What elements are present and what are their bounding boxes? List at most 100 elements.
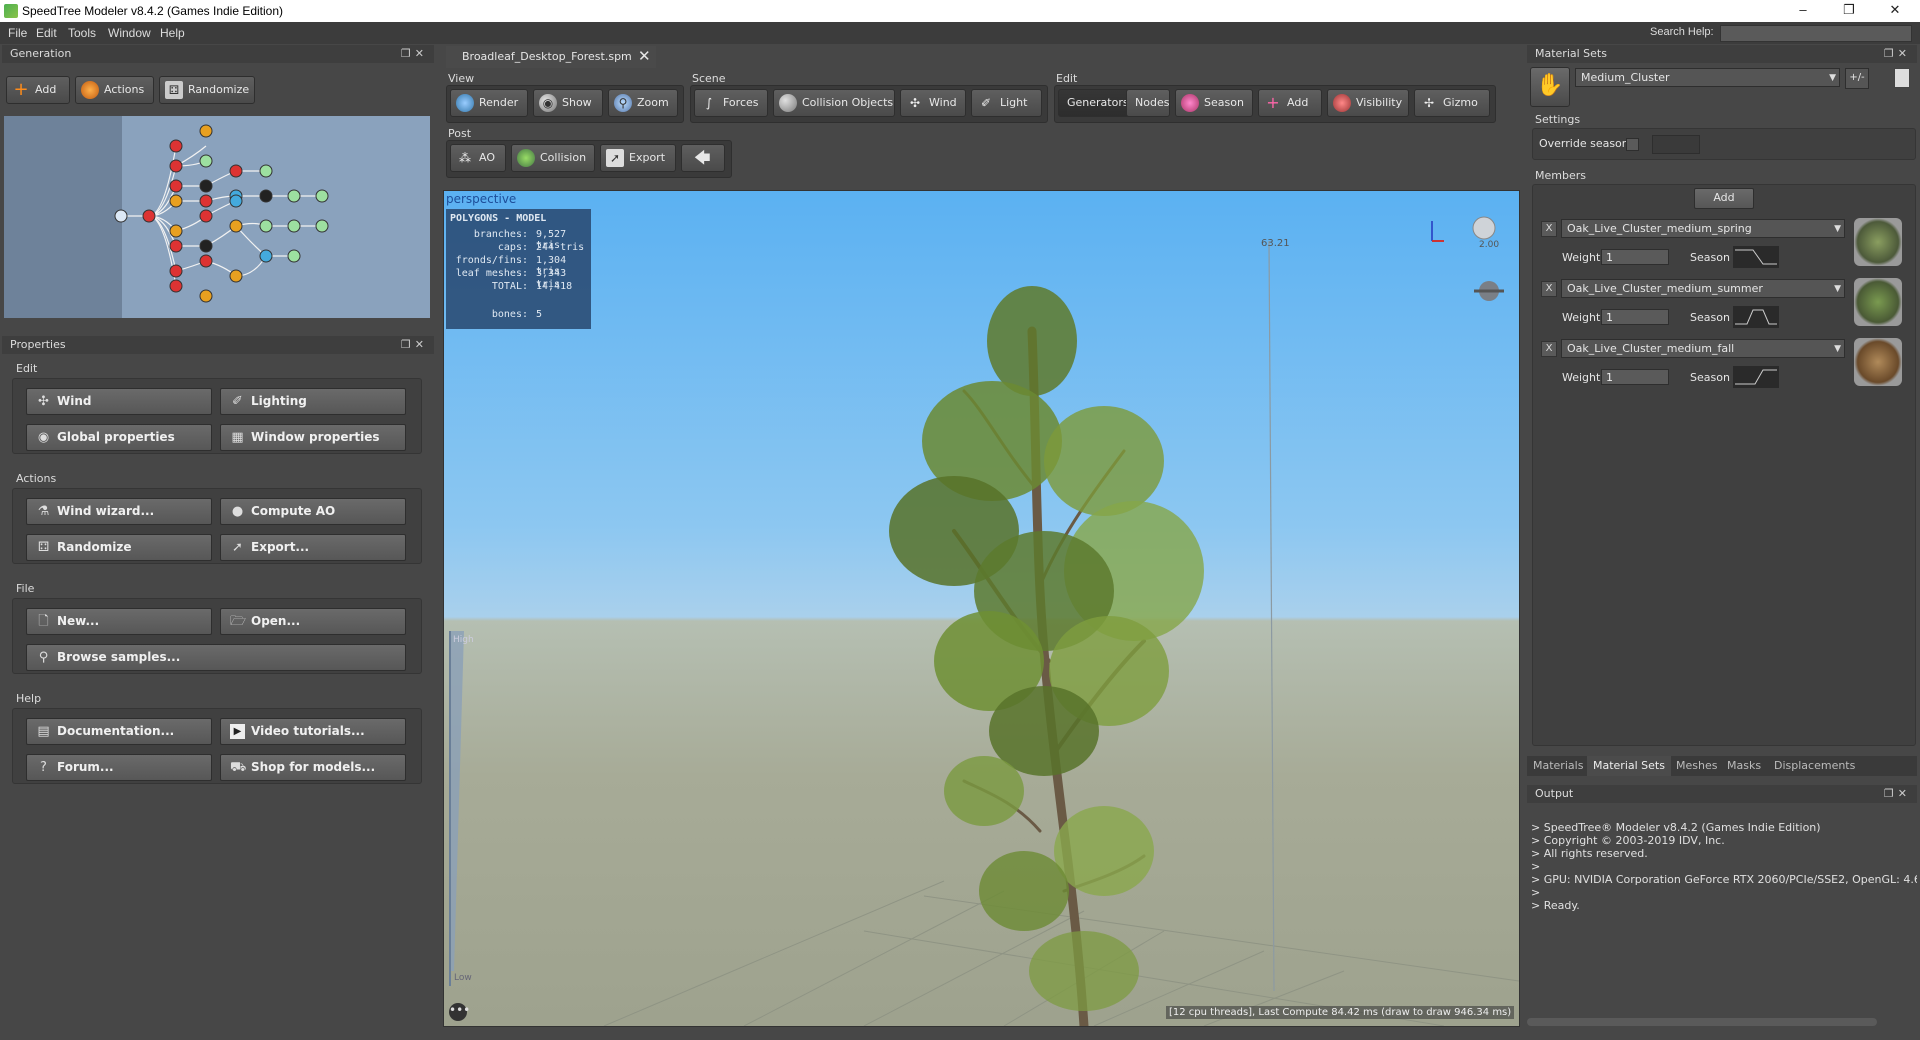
document-tab[interactable]: Broadleaf_Desktop_Forest.spm ✕: [446, 46, 656, 68]
new-file-button[interactable]: 🗋 New...: [26, 608, 212, 635]
back-arrow-button[interactable]: 🡄: [681, 144, 725, 172]
forces-button[interactable]: ∫ Forces: [694, 89, 768, 117]
dice-icon: ⚃: [37, 540, 50, 555]
edit-add-button[interactable]: + Add: [1258, 89, 1322, 117]
season-curve-spring[interactable]: [1733, 246, 1779, 268]
tab-material-sets[interactable]: Material Sets: [1587, 756, 1671, 776]
member-material-select[interactable]: Oak_Live_Cluster_medium_spring ▼: [1561, 219, 1845, 238]
panel-float-close-icon[interactable]: ❐✕: [401, 45, 428, 63]
panel-float-close-icon[interactable]: ❐✕: [1884, 785, 1911, 803]
season-button[interactable]: Season: [1175, 89, 1253, 117]
material-sets-title: Material Sets: [1535, 47, 1607, 60]
wind-wizard-button[interactable]: ⚗ Wind wizard...: [26, 498, 212, 525]
nodes-button[interactable]: Nodes: [1126, 89, 1170, 117]
remove-member-button[interactable]: X: [1541, 341, 1557, 357]
remove-member-button[interactable]: X: [1541, 221, 1557, 237]
open-file-button[interactable]: 🗁 Open...: [220, 608, 406, 635]
scene-wind-button[interactable]: ✣ Wind: [900, 89, 966, 117]
remove-member-button[interactable]: X: [1541, 281, 1557, 297]
season-label: Season: [1690, 251, 1730, 264]
tab-meshes[interactable]: Meshes: [1670, 756, 1723, 776]
close-tab-icon[interactable]: ✕: [638, 47, 651, 65]
panel-float-close-icon[interactable]: ❐✕: [1884, 45, 1911, 63]
global-properties-button[interactable]: ◉ Global properties: [26, 424, 212, 451]
season-icon: [1181, 94, 1199, 112]
season-curve-summer[interactable]: [1733, 306, 1779, 328]
weight-spinbox[interactable]: 1: [1601, 369, 1669, 385]
collision-icon: [517, 149, 535, 167]
lod-slider[interactable]: [449, 631, 464, 986]
video-tutorials-button[interactable]: ▶ Video tutorials...: [220, 718, 406, 745]
export-button[interactable]: ➚ Export...: [220, 534, 406, 561]
hand-tool-icon[interactable]: ✋: [1530, 67, 1570, 107]
restore-button[interactable]: ❐: [1826, 0, 1872, 22]
search-help-input[interactable]: [1720, 25, 1912, 42]
forces-icon: ∫: [705, 96, 713, 110]
output-log: > SpeedTree® Modeler v8.4.2 (Games Indie…: [1527, 805, 1917, 1025]
menu-edit[interactable]: Edit: [36, 26, 57, 40]
documentation-button[interactable]: ▤ Documentation...: [26, 718, 212, 745]
chevron-down-icon: ▼: [1834, 344, 1841, 354]
more-options-icon[interactable]: •••: [449, 1003, 470, 1021]
generation-graph[interactable]: [4, 116, 430, 318]
menu-tools[interactable]: Tools: [68, 26, 96, 40]
member-material-select[interactable]: Oak_Live_Cluster_medium_summer ▼: [1561, 279, 1845, 298]
override-season-checkbox[interactable]: [1626, 138, 1639, 151]
tab-displacements[interactable]: Displacements: [1768, 756, 1861, 776]
tab-masks[interactable]: Masks: [1721, 756, 1767, 776]
post-collision-button[interactable]: Collision: [511, 144, 595, 172]
show-button[interactable]: ◉ Show: [533, 89, 603, 117]
weight-spinbox[interactable]: 1: [1601, 249, 1669, 265]
output-horizontal-scrollbar[interactable]: [1527, 1018, 1877, 1026]
weight-label: Weight: [1562, 251, 1601, 264]
library-tabs: Materials Material Sets Meshes Masks Dis…: [1527, 756, 1917, 776]
3d-viewport[interactable]: perspective POLYGONS - MODEL branches: 9,…: [443, 190, 1520, 1027]
weight-spinbox[interactable]: 1: [1601, 309, 1669, 325]
render-button[interactable]: Render: [450, 89, 528, 117]
collision-objects-button[interactable]: Collision Objects: [773, 89, 895, 117]
window-properties-button[interactable]: ▦ Window properties: [220, 424, 406, 451]
search-icon: ⚲: [38, 650, 49, 665]
gizmo-button[interactable]: ✢ Gizmo: [1414, 89, 1490, 117]
render-icon: [456, 94, 474, 112]
panel-float-close-icon[interactable]: ❐✕: [401, 336, 428, 354]
title-bar: SpeedTree Modeler v8.4.2 (Games Indie Ed…: [0, 0, 1920, 22]
compute-ao-button[interactable]: ● Compute AO: [220, 498, 406, 525]
menu-file[interactable]: File: [8, 26, 27, 40]
randomize-button[interactable]: ⚃ Randomize: [26, 534, 212, 561]
material-set-select[interactable]: Medium_Cluster ▼: [1575, 68, 1840, 87]
generation-add-button[interactable]: + Add: [6, 76, 70, 104]
output-line: >: [1531, 886, 1541, 899]
light-button[interactable]: ✐ Light: [971, 89, 1042, 117]
zoom-button[interactable]: ⚲ Zoom: [608, 89, 678, 117]
menu-window[interactable]: Window: [108, 26, 151, 40]
visibility-button[interactable]: Visibility: [1327, 89, 1409, 117]
generators-button[interactable]: Generators: [1058, 89, 1130, 117]
override-season-curve[interactable]: [1652, 135, 1700, 154]
weight-label: Weight: [1562, 311, 1601, 324]
output-header: Output ❐✕: [1527, 785, 1917, 803]
view-group-label: View: [448, 72, 475, 85]
wind-button[interactable]: ✣ Wind: [26, 388, 212, 415]
ao-button[interactable]: ⁂ AO: [450, 144, 506, 172]
clipboard-icon[interactable]: [1894, 68, 1910, 88]
generation-randomize-button[interactable]: ⚃ Randomize: [159, 76, 255, 104]
forum-button[interactable]: ? Forum...: [26, 754, 212, 781]
wind-icon: ✣: [909, 96, 921, 110]
season-label: Season: [1690, 311, 1730, 324]
lighting-button[interactable]: ✐ Lighting: [220, 388, 406, 415]
tab-materials[interactable]: Materials: [1527, 756, 1589, 776]
menu-help[interactable]: Help: [160, 26, 185, 40]
add-member-button[interactable]: Add: [1694, 188, 1754, 209]
generation-actions-button[interactable]: Actions: [75, 76, 154, 104]
season-curve-fall[interactable]: [1733, 366, 1779, 388]
add-remove-set-button[interactable]: +/-: [1845, 68, 1869, 89]
question-icon: ?: [40, 760, 47, 775]
member-material-select[interactable]: Oak_Live_Cluster_medium_fall ▼: [1561, 339, 1845, 358]
post-export-button[interactable]: ➚ Export: [600, 144, 676, 172]
close-window-button[interactable]: ✕: [1872, 0, 1918, 22]
minimize-button[interactable]: –: [1780, 0, 1826, 22]
shop-for-models-button[interactable]: ⛟ Shop for models...: [220, 754, 406, 781]
browse-samples-button[interactable]: ⚲ Browse samples...: [26, 644, 406, 671]
new-file-icon: 🗋: [38, 614, 49, 629]
